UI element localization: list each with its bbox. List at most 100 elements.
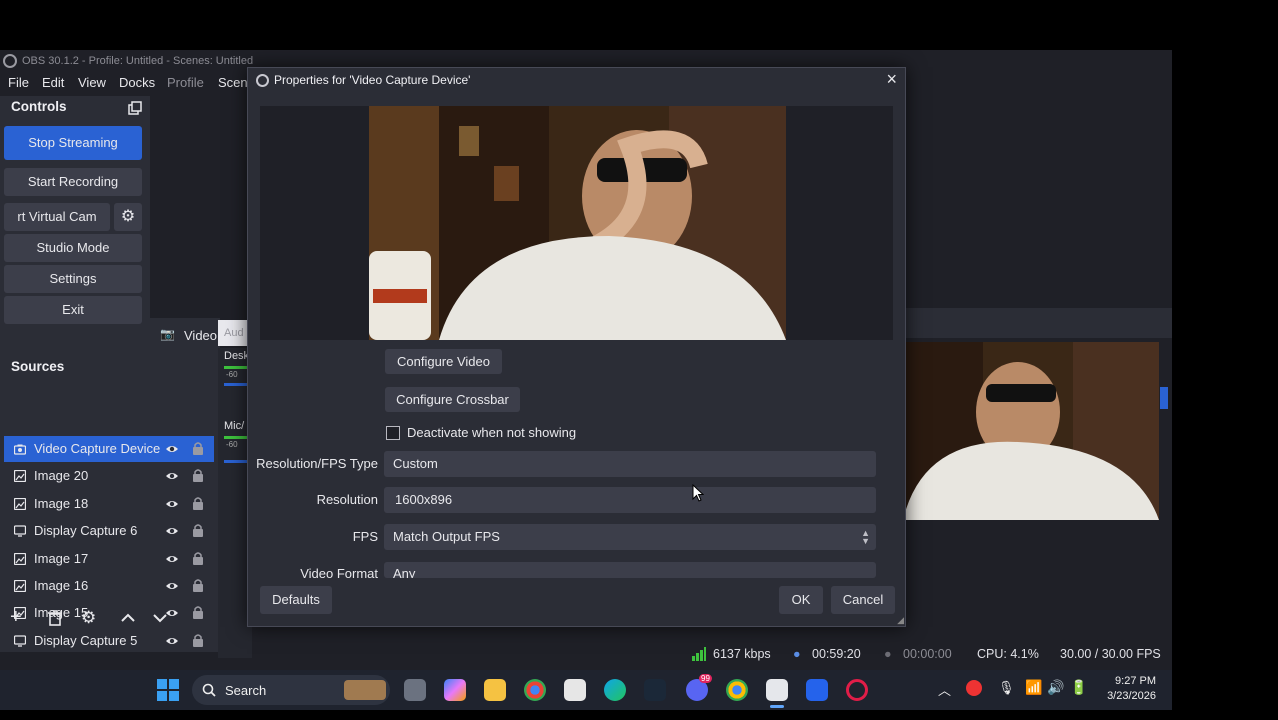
menu-file[interactable]: File bbox=[8, 73, 29, 93]
exit-button[interactable]: Exit bbox=[4, 296, 142, 324]
resolution-input[interactable]: 1600x896 bbox=[384, 487, 876, 513]
lock-icon[interactable] bbox=[192, 496, 204, 511]
sources-dock: Sources Video Capture Device Image 20 Imag… bbox=[0, 352, 218, 652]
settings-button[interactable]: Settings bbox=[4, 265, 142, 293]
resolution-fps-type-label: Resolution/FPS Type bbox=[256, 456, 378, 471]
lock-icon[interactable] bbox=[192, 578, 204, 593]
tray-app-icon[interactable] bbox=[966, 680, 982, 696]
visibility-eye-icon[interactable] bbox=[165, 497, 179, 511]
lock-icon[interactable] bbox=[192, 633, 204, 648]
visibility-eye-icon[interactable] bbox=[165, 442, 179, 456]
opera-gx-icon[interactable] bbox=[846, 679, 868, 701]
battery-icon[interactable]: 🔋 bbox=[1070, 679, 1087, 696]
chrome-profile-icon[interactable] bbox=[726, 679, 748, 701]
source-item[interactable]: Image 18 bbox=[4, 491, 214, 517]
source-label: Image 18 bbox=[34, 495, 89, 511]
controls-dock: Controls Stop Streaming Start Recording … bbox=[0, 96, 150, 378]
task-view-icon[interactable] bbox=[404, 679, 426, 701]
deactivate-checkbox[interactable] bbox=[386, 426, 400, 440]
taskbar-search-box[interactable]: Search bbox=[192, 675, 390, 705]
lock-icon[interactable] bbox=[192, 441, 204, 456]
menu-edit[interactable]: Edit bbox=[42, 73, 64, 93]
resolution-fps-type-select[interactable]: Custom bbox=[384, 451, 876, 477]
virtual-cam-settings-button[interactable]: ⚙ bbox=[114, 203, 142, 231]
mixer-level-mic: -60 bbox=[226, 440, 238, 449]
defaults-button[interactable]: Defaults bbox=[260, 586, 332, 614]
visibility-eye-icon[interactable] bbox=[165, 579, 179, 593]
visibility-eye-icon[interactable] bbox=[165, 524, 179, 538]
mixer-slider-desktop[interactable] bbox=[224, 383, 248, 386]
move-up-icon[interactable] bbox=[118, 608, 138, 628]
video-format-label: Video Format bbox=[300, 566, 378, 581]
chrome-icon[interactable] bbox=[524, 679, 546, 701]
mixer-meter-mic bbox=[224, 436, 248, 439]
undock-icon[interactable] bbox=[128, 101, 142, 115]
source-item[interactable]: Display Capture 5 bbox=[4, 628, 214, 654]
menu-view[interactable]: View bbox=[78, 73, 106, 93]
gear-icon: ⚙ bbox=[120, 208, 136, 225]
source-item[interactable]: Video Capture Device bbox=[4, 436, 214, 462]
show-hidden-icons-chevron-icon[interactable]: ︿ bbox=[938, 680, 951, 699]
steam-icon[interactable] bbox=[644, 679, 666, 701]
preview-toolbar bbox=[906, 308, 1172, 338]
source-item[interactable]: Image 17 bbox=[4, 546, 214, 572]
file-explorer-icon[interactable] bbox=[484, 679, 506, 701]
remove-source-icon[interactable] bbox=[45, 608, 65, 628]
source-item[interactable]: Display Capture 6 bbox=[4, 518, 214, 544]
stream-timer: 00:59:20 bbox=[812, 647, 861, 661]
image-icon bbox=[14, 552, 26, 565]
clock-time[interactable]: 9:27 PM bbox=[1115, 675, 1156, 687]
visibility-eye-icon[interactable] bbox=[165, 469, 179, 483]
lock-icon[interactable] bbox=[192, 523, 204, 538]
edge-icon[interactable] bbox=[604, 679, 626, 701]
cancel-button[interactable]: Cancel bbox=[831, 586, 895, 614]
tab-video[interactable]: Video bbox=[184, 328, 217, 343]
menu-profile[interactable]: Profile bbox=[167, 73, 204, 93]
source-item[interactable]: Image 16 bbox=[4, 573, 214, 599]
bitrate-readout: 6137 kbps bbox=[713, 647, 771, 661]
video-format-select[interactable]: Any bbox=[384, 562, 876, 578]
preview-selection bbox=[1160, 387, 1168, 409]
stop-streaming-button[interactable]: Stop Streaming bbox=[4, 126, 142, 160]
microphone-icon[interactable]: 🎙 bbox=[998, 680, 1015, 696]
source-item[interactable]: Image 15 bbox=[4, 600, 214, 626]
source-item[interactable]: Image 20 bbox=[4, 463, 214, 489]
add-source-icon[interactable]: + bbox=[10, 607, 30, 628]
clock-date[interactable]: 3/23/2026 bbox=[1107, 690, 1156, 702]
resize-grip-icon[interactable]: ◢ bbox=[897, 615, 904, 626]
search-highlight-image bbox=[344, 680, 386, 700]
start-recording-button[interactable]: Start Recording bbox=[4, 168, 142, 196]
start-virtual-cam-button[interactable]: rt Virtual Cam bbox=[4, 203, 110, 231]
microsoft-store-icon[interactable] bbox=[564, 679, 586, 701]
source-preview-area bbox=[260, 106, 893, 340]
studio-mode-button[interactable]: Studio Mode bbox=[4, 234, 142, 262]
volume-icon[interactable]: 🔊 bbox=[1047, 679, 1064, 696]
configure-crossbar-button[interactable]: Configure Crossbar bbox=[385, 387, 520, 412]
windows-start-icon[interactable] bbox=[157, 679, 179, 701]
deactivate-label: Deactivate when not showing bbox=[407, 425, 577, 440]
camera-icon bbox=[14, 444, 26, 455]
scene-tab-strip: 📷 Video Aud bbox=[150, 318, 248, 352]
lock-icon[interactable] bbox=[192, 551, 204, 566]
visibility-eye-icon[interactable] bbox=[165, 552, 179, 566]
mixer-slider-mic[interactable] bbox=[224, 460, 248, 463]
source-label: Image 16 bbox=[34, 578, 89, 593]
lock-icon[interactable] bbox=[192, 605, 204, 620]
paint-icon[interactable] bbox=[806, 679, 828, 701]
configure-video-button[interactable]: Configure Video bbox=[385, 349, 502, 374]
move-down-icon[interactable] bbox=[150, 608, 170, 628]
copilot-icon[interactable] bbox=[444, 679, 466, 701]
lock-icon[interactable] bbox=[192, 468, 204, 483]
dialog-close-icon[interactable]: × bbox=[886, 69, 897, 90]
mixer-level-desktop: -60 bbox=[226, 370, 238, 379]
tab-audio[interactable]: Aud bbox=[218, 320, 248, 346]
menu-docks[interactable]: Docks bbox=[119, 73, 155, 93]
obs-taskbar-icon[interactable] bbox=[766, 679, 788, 701]
source-properties-gear-icon[interactable]: ⚙ bbox=[81, 608, 101, 628]
ok-button[interactable]: OK bbox=[779, 586, 823, 614]
discord-badge: 99 bbox=[699, 674, 712, 683]
wifi-icon[interactable]: 📶 bbox=[1025, 679, 1042, 696]
mixer-meter-desktop bbox=[224, 366, 248, 369]
visibility-eye-icon[interactable] bbox=[165, 634, 179, 648]
fps-select[interactable]: Match Output FPS ▲ ▼ bbox=[384, 524, 876, 550]
